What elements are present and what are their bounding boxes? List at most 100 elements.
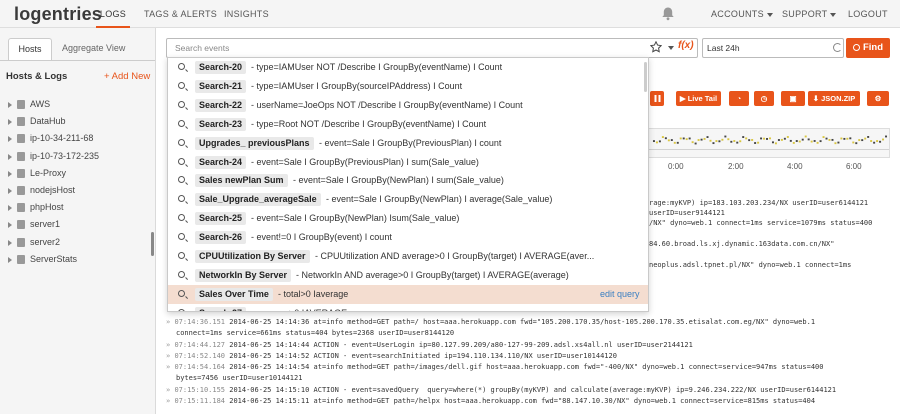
search-input[interactable] — [166, 38, 698, 58]
function-icon[interactable]: f(x) — [678, 40, 694, 51]
saved-search-item[interactable]: Search-26 - event!=0 I GroupBy(event) I c… — [168, 228, 648, 247]
refresh-icon[interactable] — [833, 43, 842, 52]
host-item[interactable]: server2 — [6, 234, 154, 251]
histogram-bar — [709, 139, 712, 142]
log-line[interactable]: » 07:14:44.127 2014-06-25 14:14:44 ACTIO… — [166, 340, 890, 350]
time-range-selector[interactable]: Last 24h — [702, 38, 844, 58]
histogram-bar — [822, 136, 825, 138]
saved-search-query: - event=Sale I GroupBy(NewPlan) I sum(Sa… — [293, 175, 504, 186]
chevron-right-icon — [8, 205, 12, 212]
saved-search-query: - type=IAMUser NOT /Describe I GroupBy(e… — [251, 62, 503, 72]
host-item[interactable]: ip-10-73-172-235 — [6, 148, 154, 165]
saved-search-item[interactable]: CPUUtilization By Server - CPUUtilization… — [168, 247, 648, 266]
log-line[interactable]: » 07:15:11.184 2014-06-25 14:15:11 at=in… — [166, 396, 890, 406]
host-label: phpHost — [30, 202, 64, 213]
chevron-right-icon — [8, 119, 12, 126]
log-line[interactable]: » 07:14:52.140 2014-06-25 14:14:52 ACTIO… — [166, 351, 890, 361]
file-icon — [17, 168, 25, 178]
saved-search-item[interactable]: NetworkIn By Server - NetworkIn AND avera… — [168, 266, 648, 285]
settings-button[interactable]: ⚙ — [867, 91, 889, 106]
saved-search-item[interactable]: Search-27 - average>0 IAVERAGE — [168, 304, 648, 311]
saved-search-item[interactable]: Sales Over Time - total>0 Iaverage edit qu… — [168, 284, 648, 304]
histogram-bar — [760, 137, 763, 140]
nav-support[interactable]: SUPPORT — [782, 0, 837, 28]
host-item[interactable]: server1 — [6, 216, 154, 233]
histogram-bar — [873, 141, 876, 144]
histogram-bar — [795, 140, 798, 142]
saved-search-item[interactable]: Search-23 - type=Root NOT /Describe I Gro… — [168, 115, 648, 134]
tab-aggregate-view[interactable]: Aggregate View — [62, 38, 125, 60]
histogram-bar — [861, 139, 864, 142]
log-line[interactable]: » 07:15:10.155 2014-06-25 14:15:10 ACTIO… — [166, 385, 890, 395]
log-line[interactable]: » 07:14:36.151 2014-06-25 14:14:36 at=in… — [166, 317, 890, 327]
histogram-bar — [688, 137, 691, 140]
saved-search-item[interactable]: Search-21 - type=IAMUser I GroupBy(source… — [168, 77, 648, 96]
star-icon[interactable] — [650, 41, 662, 53]
hosts-logs-heading: Hosts & Logs — [6, 71, 68, 82]
play-icon: ▶ — [679, 94, 688, 103]
logentries-logo[interactable]: logentries — [14, 4, 102, 25]
nav-logout[interactable]: LOGOUT — [848, 0, 888, 28]
histogram-bar — [703, 137, 706, 140]
saved-search-name: Search-24 — [195, 155, 247, 169]
host-item[interactable]: DataHub — [6, 113, 154, 130]
nav-accounts[interactable]: ACCOUNTS — [711, 0, 773, 28]
event-histogram[interactable] — [648, 128, 890, 158]
nav-insights[interactable]: INSIGHTS — [224, 0, 269, 28]
edit-query-link[interactable]: edit query — [600, 285, 640, 304]
saved-search-name: Search-20 — [195, 61, 247, 74]
host-item[interactable]: ServerStats — [6, 251, 154, 268]
saved-search-item[interactable]: Upgrades_ previousPlans - event=Sale I Gr… — [168, 134, 648, 153]
host-item[interactable]: ip-10-34-211-68 — [6, 130, 154, 147]
pause-button[interactable] — [650, 91, 664, 106]
saved-search-item[interactable]: Search-22 - userName=JoeOps NOT /Describe… — [168, 96, 648, 115]
live-tail-button[interactable]: ▶ Live Tail — [676, 91, 721, 106]
saved-search-item[interactable]: Search-20 - type=IAMUser NOT /Describe I … — [168, 58, 648, 77]
bell-icon[interactable] — [661, 6, 675, 21]
sidebar-scrollbar[interactable] — [151, 232, 154, 256]
saved-search-query: - event!=0 I GroupBy(event) I count — [251, 232, 392, 243]
histogram-bar — [834, 142, 837, 145]
file-icon — [17, 254, 25, 264]
export-json-zip-button[interactable]: ⬇ JSON.ZIP — [808, 91, 860, 106]
log-timestamp: 07:14:52.140 — [174, 352, 226, 360]
chart-button[interactable]: ◔ — [729, 91, 749, 106]
histogram-bar — [879, 140, 882, 143]
histogram-bar — [837, 141, 840, 144]
saved-search-name: Sale_Upgrade_averageSale — [195, 193, 321, 207]
search-icon — [178, 157, 185, 165]
chevron-down-icon[interactable] — [668, 46, 674, 50]
clock-button[interactable]: ◷ — [754, 91, 774, 106]
histogram-bar — [733, 140, 736, 142]
histogram-bar — [673, 141, 676, 144]
saved-search-item[interactable]: Sale_Upgrade_averageSale - event=Sale I G… — [168, 190, 648, 209]
nav-tags-alerts[interactable]: TAGS & ALERTS — [144, 0, 217, 28]
log-line[interactable]: connect=1ms service=661ms status=404 byt… — [166, 328, 890, 338]
tab-hosts[interactable]: Hosts — [8, 38, 52, 60]
histogram-bar — [652, 140, 655, 143]
sidebar: Hosts Aggregate View Hosts & Logs + Add … — [0, 28, 156, 414]
host-item[interactable]: AWS — [6, 96, 154, 113]
host-item[interactable]: phpHost — [6, 199, 154, 216]
log-line[interactable]: bytes=7456 userID=user10144121 — [166, 373, 890, 383]
file-icon — [17, 203, 25, 213]
histogram-bar — [751, 139, 754, 141]
search-icon — [178, 81, 185, 89]
search-icon — [852, 44, 860, 51]
histogram-bar — [721, 138, 724, 141]
saved-search-item[interactable]: Sales newPlan Sum - event=Sale I GroupBy(… — [168, 171, 648, 190]
save-button[interactable]: ▣ — [781, 91, 805, 106]
tab-divider — [0, 60, 155, 61]
host-item[interactable]: Le-Proxy — [6, 165, 154, 182]
host-label: AWS — [30, 99, 51, 109]
find-button[interactable]: Find — [846, 38, 890, 58]
saved-search-item[interactable]: Search-25 - event=Sale I GroupBy(NewPlan)… — [168, 209, 648, 228]
host-item[interactable]: nodejsHost — [6, 182, 154, 199]
log-line[interactable]: » 07:14:54.164 2014-06-25 14:14:54 at=in… — [166, 362, 890, 372]
histogram-bar — [867, 136, 870, 138]
add-new-link[interactable]: + Add New — [104, 71, 150, 82]
nav-logs[interactable]: LOGS — [96, 0, 130, 28]
saved-search-item[interactable]: Search-24 - event=Sale I GroupBy(Previous… — [168, 153, 648, 172]
host-list: AWS DataHub ip-10-34-211-68 ip-10-73-172-23… — [6, 96, 154, 268]
host-label: nodejsHost — [30, 184, 76, 195]
